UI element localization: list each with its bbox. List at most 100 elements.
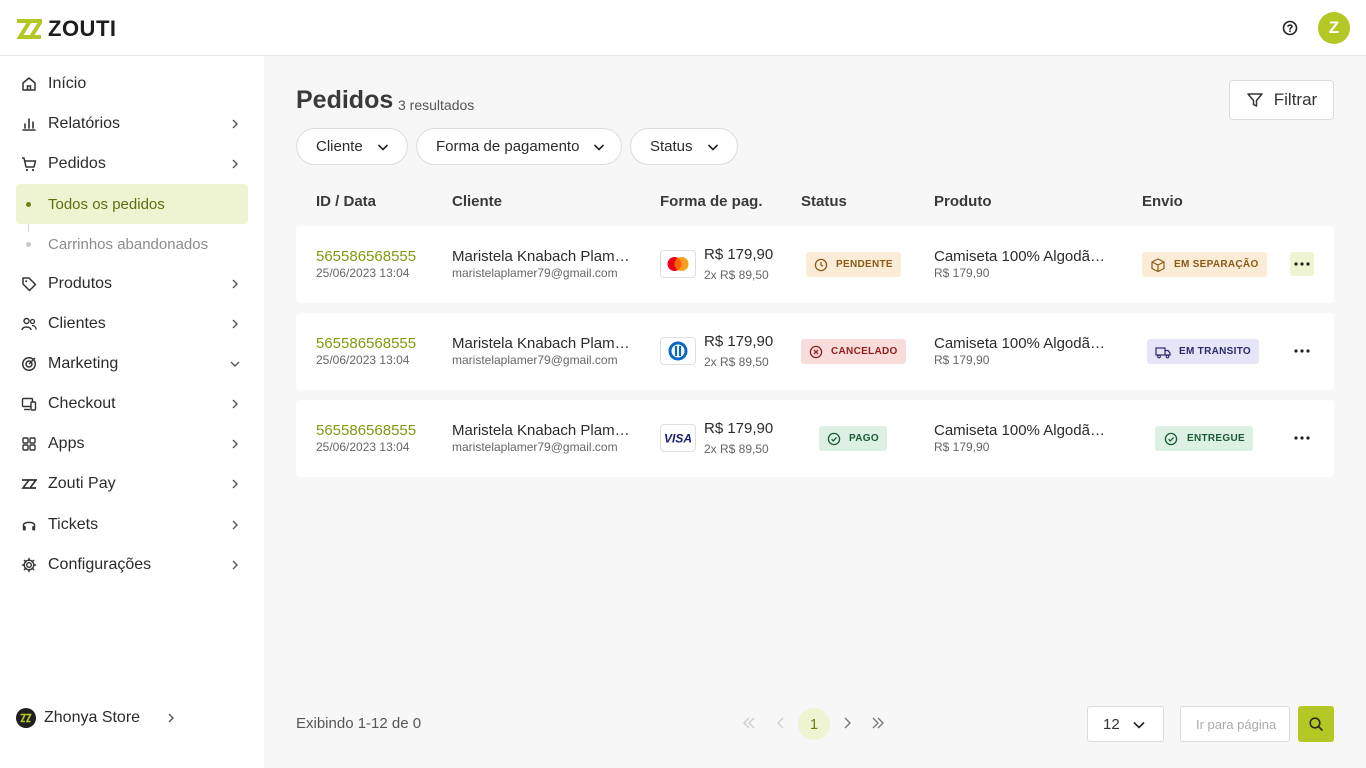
more-horizontal-icon [1294,436,1310,440]
sidebar-item-label: Apps [48,435,85,452]
column-header-cliente: Cliente [452,193,503,210]
goto-page-search-button[interactable] [1298,706,1334,742]
sidebar-item-label: Marketing [48,355,119,372]
sidebar-item-tickets[interactable]: Tickets [16,507,248,543]
order-id-link[interactable]: 565586568555 [316,248,416,265]
product-price: R$ 179,90 [934,353,990,367]
clock-icon [814,258,828,271]
sidebar-item-produtos[interactable]: Produtos [16,266,248,302]
more-options-button[interactable] [1290,426,1314,450]
table-row[interactable]: 565586568555 25/06/2023 13:04 Maristela … [296,400,1334,477]
more-horizontal-icon [1294,262,1310,266]
shipping-label: EM SEPARAÇÃO [1174,259,1259,270]
sidebar-item-pedidos[interactable]: Pedidos [16,146,248,182]
status-label: CANCELADO [831,346,898,357]
product-price: R$ 179,90 [934,266,990,280]
next-page-icon[interactable] [840,716,854,730]
sidebar-item-configuracoes[interactable]: Configurações [16,547,248,583]
order-date: 25/06/2023 13:04 [316,353,410,367]
app-name: ZOUTI [48,16,117,41]
status-badge: PENDENTE [806,252,901,277]
page-title: Pedidos [296,86,394,114]
table-row[interactable]: 565586568555 25/06/2023 13:04 Maristela … [296,226,1334,303]
client-name: Maristela Knabach Plamer Silva [452,422,634,439]
chip-label: Status [650,138,693,155]
status-label: PAGO [849,433,879,444]
sidebar-item-label: Zouti Pay [48,475,116,492]
chevron-right-icon [232,439,238,449]
chip-status[interactable]: Status [630,128,738,165]
sidebar-subitem-label: Todos os pedidos [48,195,165,213]
payment-installments: 2x R$ 89,50 [704,268,769,282]
bar-chart-icon [22,118,36,131]
more-options-button[interactable] [1290,339,1314,363]
sidebar-item-clientes[interactable]: Clientes [16,306,248,342]
filter-button-label: Filtrar [1273,90,1318,109]
sidebar-subitem-todos-os-pedidos[interactable]: Todos os pedidos [16,184,248,224]
result-count: 3 resultados [398,97,475,113]
chevron-down-icon [377,143,388,151]
shipping-badge: EM SEPARAÇÃO [1142,252,1267,277]
store-logo-icon [16,708,36,728]
per-page-select[interactable]: 12 [1087,706,1164,742]
sidebar-subitem-carrinhos-abandonados[interactable]: Carrinhos abandonados [16,224,248,264]
order-date: 25/06/2023 13:04 [316,440,410,454]
column-header-produto: Produto [934,193,992,210]
grid-icon [22,437,36,451]
help-icon[interactable] [1280,18,1300,38]
chip-forma-de-pagamento[interactable]: Forma de pagamento [416,128,622,165]
chevron-right-icon [232,479,238,489]
zouti-logo[interactable]: ZOUTI [16,16,117,42]
sidebar-item-apps[interactable]: Apps [16,426,248,462]
order-id-link[interactable]: 565586568555 [316,422,416,439]
chevron-down-icon [594,143,605,151]
more-options-button[interactable] [1290,252,1314,276]
store-switcher[interactable]: Zhonya Store [16,706,248,730]
avatar[interactable]: Z [1318,12,1350,44]
truck-icon [1155,346,1171,358]
sidebar-item-marketing[interactable]: Marketing [16,346,248,382]
chevron-right-icon [168,713,174,723]
chevron-right-icon [232,119,238,129]
box-icon [1151,257,1165,272]
sidebar-item-zouti-pay[interactable]: Zouti Pay [16,466,248,502]
last-page-icon[interactable] [871,716,885,730]
sidebar-item-label: Início [48,75,87,92]
table-row[interactable]: 565586568555 25/06/2023 13:04 Maristela … [296,313,1334,390]
payment-installments: 2x R$ 89,50 [704,442,769,456]
sidebar-item-label: Clientes [48,315,106,332]
sidebar-item-relatorios[interactable]: Relatórios [16,106,248,142]
status-badge: CANCELADO [801,339,906,364]
previous-page-icon[interactable] [774,716,788,730]
payment-total: R$ 179,90 [704,246,774,263]
order-date: 25/06/2023 13:04 [316,266,410,280]
sidebar-item-label: Configurações [48,556,152,573]
sidebar-item-label: Checkout [48,395,116,412]
product-name: Camiseta 100% Algodão Premium [934,248,1109,265]
sidebar-item-label: Tickets [48,516,99,533]
goto-page-input[interactable] [1180,706,1290,742]
headset-icon [22,521,36,531]
sidebar-item-checkout[interactable]: Checkout [16,386,248,422]
product-name: Camiseta 100% Algodão Premium [934,335,1109,352]
client-name: Maristela Knabach Plamer Silva [452,248,634,265]
search-icon [1309,717,1323,731]
sidebar: Início Relatórios Pedidos Todos os pedid… [0,56,264,768]
chevron-down-icon [707,143,718,151]
sidebar-item-inicio[interactable]: Início [16,66,248,102]
diners-club-icon [660,337,696,365]
main-content: Pedidos 3 resultados Filtrar Cliente For… [264,56,1366,768]
first-page-icon[interactable] [742,716,756,730]
page-number-current[interactable]: 1 [798,708,830,740]
check-circle-icon [827,432,841,445]
more-horizontal-icon [1294,349,1310,353]
shipping-label: ENTREGUE [1187,433,1245,444]
chip-cliente[interactable]: Cliente [296,128,408,165]
per-page-value: 12 [1103,715,1120,733]
filter-icon [1247,93,1263,107]
filter-button[interactable]: Filtrar [1229,80,1334,120]
client-email: maristelaplamer79@gmail.com [452,266,618,280]
column-header-forma-de-pag: Forma de pag. [660,193,763,210]
order-id-link[interactable]: 565586568555 [316,335,416,352]
gear-icon [21,557,37,573]
